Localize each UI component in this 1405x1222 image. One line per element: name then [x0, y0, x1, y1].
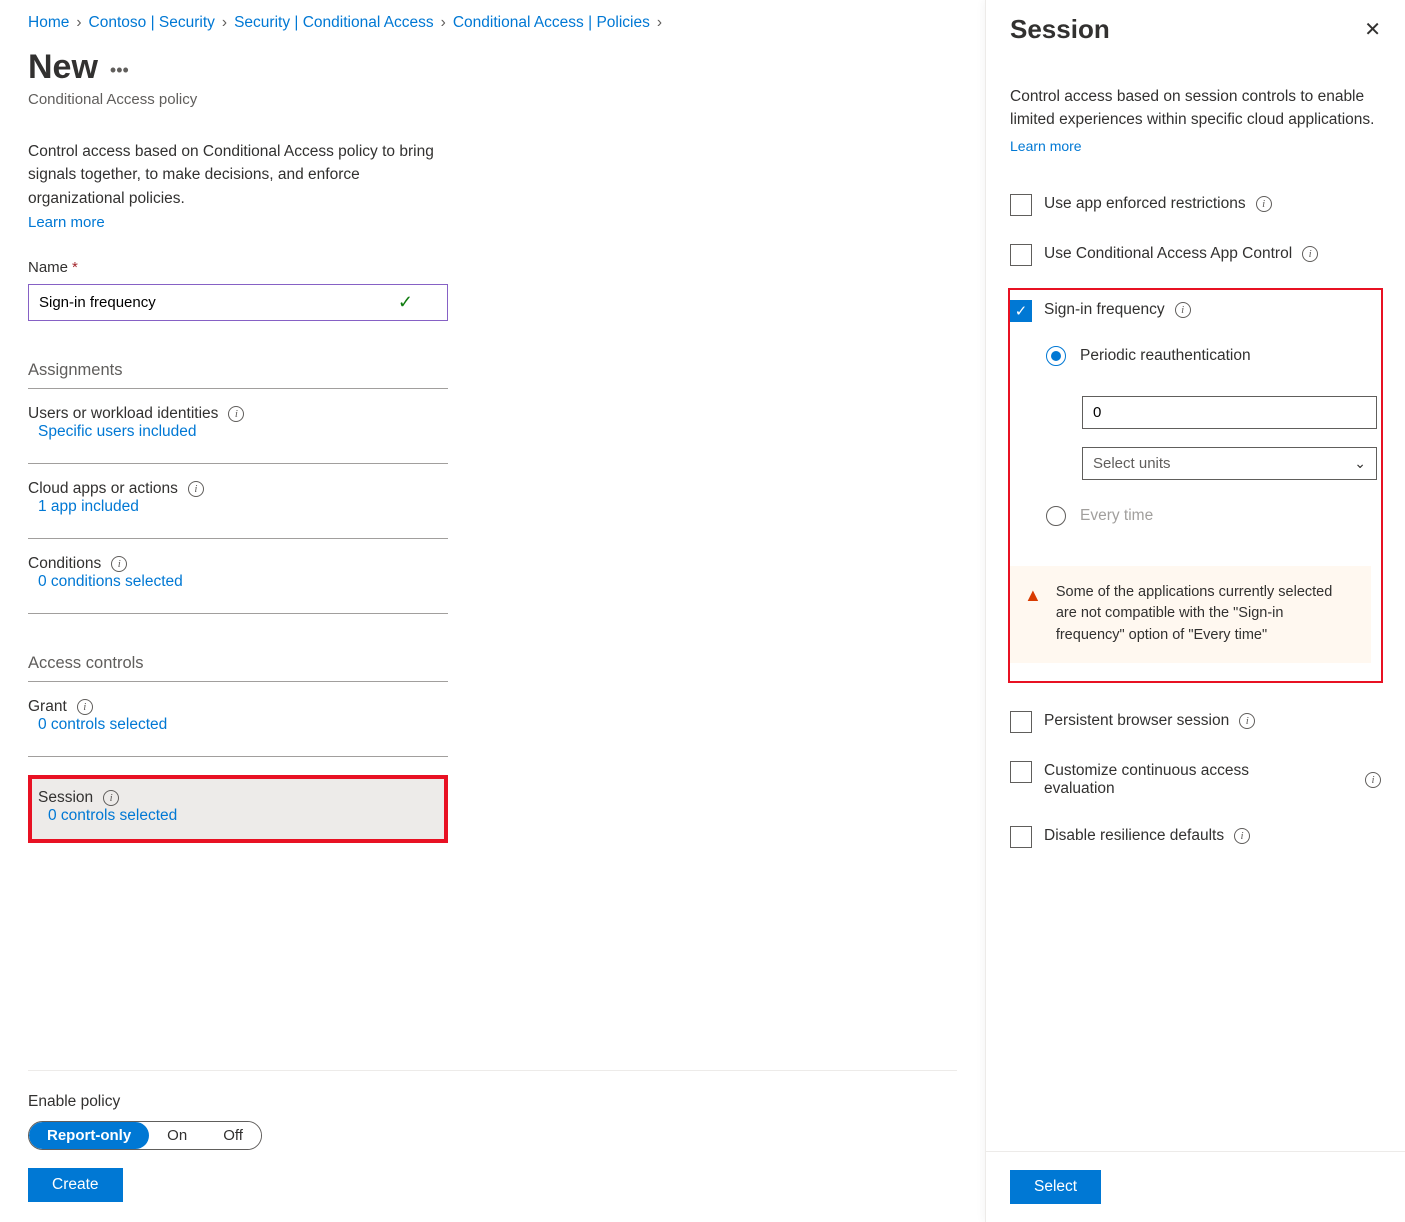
chevron-right-icon: ›	[657, 14, 662, 32]
toggle-off[interactable]: Off	[205, 1122, 261, 1149]
enable-policy-toggle[interactable]: Report-only On Off	[28, 1121, 262, 1150]
breadcrumb-home[interactable]: Home	[28, 14, 69, 32]
breadcrumb: Home › Contoso | Security › Security | C…	[28, 14, 957, 32]
toggle-report-only[interactable]: Report-only	[29, 1122, 149, 1149]
info-icon[interactable]: i	[1234, 828, 1250, 844]
footer: Enable policy Report-only On Off Create	[28, 1070, 957, 1202]
chevron-right-icon: ›	[441, 14, 446, 32]
checkbox-persistent-browser[interactable]	[1010, 711, 1032, 733]
info-icon[interactable]: i	[188, 481, 204, 497]
session-label: Session	[38, 789, 93, 807]
checkbox-app-enforced[interactable]	[1010, 194, 1032, 216]
toggle-on[interactable]: On	[149, 1122, 205, 1149]
breadcrumb-ca-policies[interactable]: Conditional Access | Policies	[453, 14, 650, 32]
chevron-right-icon: ›	[222, 14, 227, 32]
checkmark-icon: ✓	[398, 292, 413, 313]
more-actions-icon[interactable]: •••	[110, 48, 129, 81]
name-input[interactable]	[39, 294, 398, 311]
frequency-value-input[interactable]	[1082, 396, 1377, 429]
enable-policy-label: Enable policy	[28, 1093, 957, 1111]
checkbox-resilience[interactable]	[1010, 826, 1032, 848]
grant-label: Grant	[28, 698, 67, 716]
panel-learn-more-link[interactable]: Learn more	[1010, 138, 1082, 154]
ca-app-control-label: Use Conditional Access App Control	[1044, 245, 1292, 263]
info-icon[interactable]: i	[1365, 772, 1381, 788]
page-title: New	[28, 48, 98, 87]
users-row[interactable]: Users or workload identities i Specific …	[28, 389, 448, 447]
chevron-down-icon: ⌄	[1354, 455, 1366, 472]
close-icon[interactable]: ✕	[1364, 20, 1381, 40]
breadcrumb-security-ca[interactable]: Security | Conditional Access	[234, 14, 434, 32]
main-panel: Home › Contoso | Security › Security | C…	[0, 0, 985, 1222]
app-enforced-label: Use app enforced restrictions	[1044, 195, 1246, 213]
panel-description: Control access based on session controls…	[1010, 85, 1381, 132]
access-controls-heading: Access controls	[28, 654, 448, 682]
units-select[interactable]: Select units ⌄	[1082, 447, 1377, 480]
apps-row[interactable]: Cloud apps or actions i 1 app included	[28, 464, 448, 522]
name-label: Name*	[28, 259, 957, 276]
create-button[interactable]: Create	[28, 1168, 123, 1202]
info-icon[interactable]: i	[77, 699, 93, 715]
radio-every-time[interactable]	[1046, 506, 1066, 526]
checkbox-cae[interactable]	[1010, 761, 1032, 783]
breadcrumb-contoso-security[interactable]: Contoso | Security	[89, 14, 215, 32]
warning-text: Some of the applications currently selec…	[1056, 582, 1355, 647]
conditions-row[interactable]: Conditions i 0 conditions selected	[28, 539, 448, 597]
select-button[interactable]: Select	[1010, 1170, 1101, 1204]
grant-row[interactable]: Grant i 0 controls selected	[28, 682, 448, 740]
warning-icon: ▲	[1024, 582, 1042, 647]
info-icon[interactable]: i	[1239, 713, 1255, 729]
session-value[interactable]: 0 controls selected	[38, 807, 177, 824]
radio-periodic[interactable]	[1046, 346, 1066, 366]
every-time-label: Every time	[1080, 507, 1153, 525]
name-input-wrapper: ✓	[28, 284, 448, 321]
session-side-panel: Session ✕ Control access based on sessio…	[985, 0, 1405, 1222]
info-icon[interactable]: i	[111, 556, 127, 572]
conditions-value[interactable]: 0 conditions selected	[28, 573, 183, 590]
cae-label: Customize continuous access evaluation	[1044, 762, 1284, 798]
session-row[interactable]: Session i 0 controls selected	[28, 775, 448, 843]
learn-more-link[interactable]: Learn more	[28, 214, 957, 231]
checkbox-ca-app-control[interactable]	[1010, 244, 1032, 266]
users-label: Users or workload identities	[28, 405, 218, 423]
resilience-label: Disable resilience defaults	[1044, 827, 1224, 845]
users-value[interactable]: Specific users included	[28, 423, 197, 440]
page-subtitle: Conditional Access policy	[28, 91, 957, 108]
panel-title: Session	[1010, 14, 1110, 45]
persistent-browser-label: Persistent browser session	[1044, 712, 1229, 730]
info-icon[interactable]: i	[228, 406, 244, 422]
info-icon[interactable]: i	[1175, 302, 1191, 318]
checkbox-signin-frequency[interactable]: ✓	[1010, 300, 1032, 322]
info-icon[interactable]: i	[1302, 246, 1318, 262]
assignments-heading: Assignments	[28, 361, 448, 389]
apps-label: Cloud apps or actions	[28, 480, 178, 498]
info-icon[interactable]: i	[1256, 196, 1272, 212]
info-icon[interactable]: i	[103, 790, 119, 806]
signin-frequency-group: ✓ Sign-in frequency i Periodic reauthent…	[1008, 288, 1383, 683]
chevron-right-icon: ›	[76, 14, 81, 32]
conditions-label: Conditions	[28, 555, 101, 573]
apps-value[interactable]: 1 app included	[28, 498, 139, 515]
units-placeholder: Select units	[1093, 455, 1171, 472]
warning-box: ▲ Some of the applications currently sel…	[1010, 566, 1371, 663]
periodic-label: Periodic reauthentication	[1080, 347, 1251, 365]
signin-frequency-label: Sign-in frequency	[1044, 301, 1165, 319]
intro-text: Control access based on Conditional Acce…	[28, 140, 448, 210]
required-asterisk: *	[72, 259, 78, 276]
grant-value[interactable]: 0 controls selected	[28, 716, 167, 733]
